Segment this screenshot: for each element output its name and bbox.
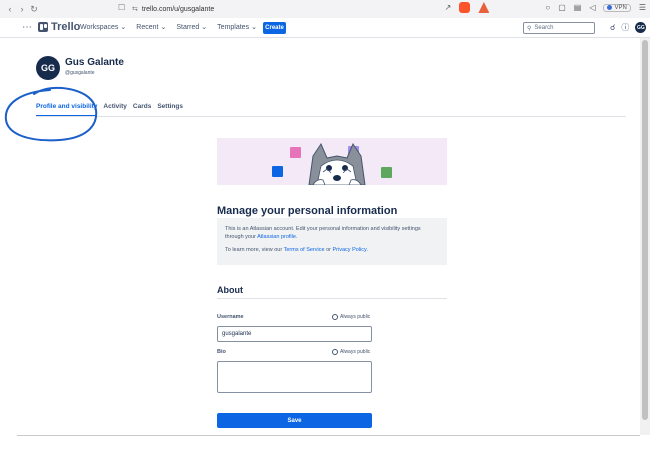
bio-label: Bio	[217, 349, 226, 355]
menu-templates-label: Templates	[217, 23, 250, 31]
url-text: trello.com/u/gusgalante	[141, 5, 215, 13]
menu-starred[interactable]: Starred ⌄	[176, 23, 208, 32]
browser-toolbar: ‹ › ↻ ☐ ⇆ trello.com/u/gusgalante ↗ ○ ▢ …	[0, 0, 650, 18]
username-value: gusgalante	[222, 331, 252, 337]
about-title: About	[217, 285, 243, 295]
wallet-icon[interactable]: ▤	[574, 3, 582, 12]
info-text: This is an Atlassian account. Edit your …	[225, 225, 439, 241]
share-icon[interactable]: ↗	[445, 3, 452, 12]
trello-logo-text: Trello	[51, 21, 81, 33]
tab-settings[interactable]: Settings	[157, 103, 183, 110]
menu-recent-label: Recent	[136, 23, 159, 31]
header-actions: ☌ ⓘ GG	[610, 22, 647, 33]
about-divider	[217, 298, 447, 299]
bio-textarea[interactable]	[217, 361, 372, 393]
tab-activity[interactable]: Activity	[103, 103, 126, 110]
speaker-icon[interactable]: ◁	[589, 3, 595, 12]
username-field[interactable]: gusgalante	[217, 326, 372, 342]
atlassian-profile-link[interactable]: Atlassian profile	[257, 234, 296, 240]
visibility-text: Always public	[340, 349, 371, 355]
trello-header: ⋯ Trello Workspaces ⌄ Recent ⌄ Starred ⌄ Te…	[0, 18, 650, 38]
reload-icon[interactable]: ↻	[28, 4, 40, 15]
username-visibility: Always public	[332, 314, 370, 320]
browser-extensions: ↗ ○ ▢ ▤ ◁ VPN ☰	[445, 2, 646, 13]
save-button[interactable]: Save	[217, 413, 372, 428]
bio-visibility: Always public	[332, 349, 370, 355]
notifications-icon[interactable]: ☌	[610, 23, 615, 32]
app-switcher-icon[interactable]: ⋯	[22, 22, 32, 33]
info-text-part: .	[295, 234, 298, 240]
site-settings-icon[interactable]: ⇆	[132, 5, 138, 13]
profile-handle: @gusgalante	[65, 70, 95, 76]
menu-templates[interactable]: Templates ⌄	[217, 23, 257, 32]
extensions-icon[interactable]: ○	[545, 3, 550, 12]
help-icon[interactable]: ⓘ	[621, 22, 629, 33]
forward-icon[interactable]: ›	[16, 4, 28, 14]
create-button[interactable]: Create	[263, 22, 286, 34]
scrollbar-thumb[interactable]	[642, 40, 648, 420]
brave-rewards-icon[interactable]	[478, 2, 490, 13]
header-menu: Workspaces ⌄ Recent ⌄ Starred ⌄ Templates ⌄	[80, 23, 257, 32]
menu-workspaces[interactable]: Workspaces ⌄	[80, 23, 127, 32]
tabs-divider	[36, 116, 626, 117]
info-text-part: This is an Atlassian account. Edit your …	[225, 226, 421, 240]
chevron-down-icon: ⌄	[120, 24, 127, 31]
privacy-policy-link[interactable]: Privacy Policy	[333, 247, 367, 253]
globe-icon	[332, 349, 338, 355]
section-title: Manage your personal information	[217, 205, 398, 217]
vpn-button[interactable]: VPN	[603, 3, 631, 12]
info-text-part: To learn more, view our	[225, 247, 284, 253]
tab-profile-and-visibility[interactable]: Profile and visibility	[36, 103, 97, 110]
husky-illustration	[308, 142, 366, 185]
chevron-down-icon: ⌄	[201, 24, 208, 31]
bookmark-icon[interactable]: ☐	[118, 3, 125, 12]
search-placeholder: Search	[534, 25, 554, 31]
search-icon: ⚲	[527, 25, 532, 32]
profile-tabs: Profile and visibility Activity Cards Se…	[36, 103, 183, 110]
tab-cards[interactable]: Cards	[133, 103, 151, 110]
brave-shields-icon[interactable]	[459, 2, 471, 13]
globe-icon	[332, 314, 338, 320]
menu-recent[interactable]: Recent ⌄	[136, 23, 167, 32]
chevron-down-icon: ⌄	[251, 24, 257, 31]
profile-banner-illustration	[217, 138, 447, 185]
trello-logo-icon	[38, 22, 48, 32]
visibility-text: Always public	[340, 314, 371, 320]
search-input[interactable]: ⚲ Search	[523, 22, 595, 34]
bottom-divider	[17, 435, 640, 436]
username-label: Username	[217, 314, 244, 320]
trello-logo[interactable]: Trello	[38, 21, 80, 33]
account-avatar[interactable]: GG	[635, 22, 647, 33]
bottom-strip	[0, 435, 650, 450]
back-icon[interactable]: ‹	[4, 4, 16, 14]
info-text-part: .	[366, 247, 368, 253]
info-text: To learn more, view our Terms of Service…	[225, 246, 439, 254]
vpn-icon	[607, 5, 613, 10]
address-bar[interactable]: ⇆ trello.com/u/gusgalante	[132, 3, 214, 15]
menu-icon[interactable]: ☰	[639, 3, 646, 12]
chevron-down-icon: ⌄	[160, 24, 167, 31]
menu-workspaces-label: Workspaces	[80, 23, 119, 31]
profile-avatar: GG	[36, 56, 60, 80]
menu-starred-label: Starred	[176, 23, 200, 31]
profile-name: Gus Galante	[65, 57, 124, 68]
info-box: This is an Atlassian account. Edit your …	[217, 218, 447, 265]
info-text-part: or	[324, 247, 333, 253]
sidebar-icon[interactable]: ▢	[558, 3, 566, 12]
terms-of-service-link[interactable]: Terms of Service	[284, 247, 325, 253]
